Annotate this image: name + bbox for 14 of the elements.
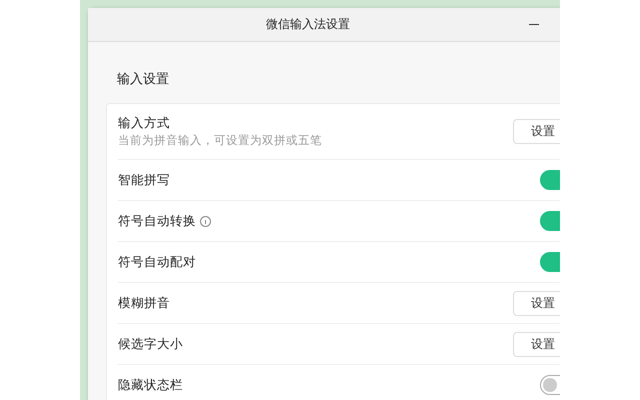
settings-button[interactable]: 设置 (513, 119, 560, 144)
setting-label: 候选字大小 (118, 336, 183, 352)
setting-label: 符号自动转换 (118, 212, 196, 230)
window-title: 微信输入法设置 (265, 16, 351, 33)
settings-button[interactable]: 设置 (513, 290, 560, 316)
section-title: 输入设置 (117, 71, 170, 88)
setting-label: 符号自动配对 (118, 254, 196, 270)
setting-description: 当前为拼音输入，可设置为双拼或五笔 (118, 133, 323, 148)
settings-button[interactable]: 设置 (513, 332, 560, 356)
info-icon[interactable] (200, 216, 211, 226)
setting-label: 输入方式 (118, 115, 170, 132)
setting-label: 隐藏状态栏 (118, 376, 183, 394)
setting-label: 智能拼写 (118, 172, 170, 188)
setting-label: 模糊拼音 (118, 294, 170, 312)
